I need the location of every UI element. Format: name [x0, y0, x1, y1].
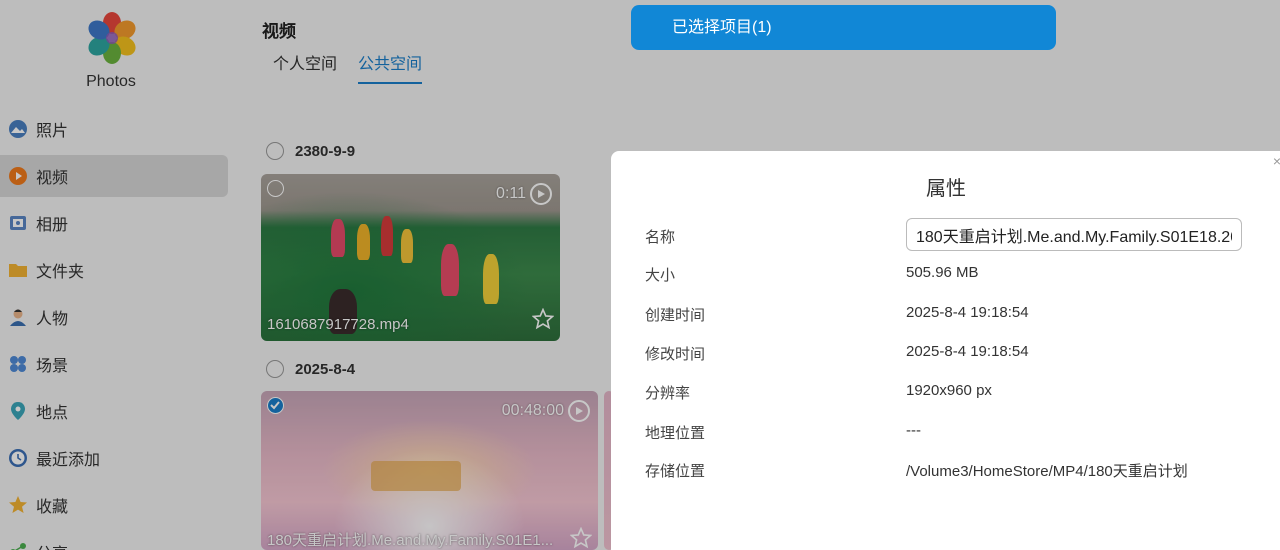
date-group-header: 2380-9-9 [266, 142, 355, 160]
sidebar-item-share[interactable]: 分享 [0, 531, 228, 550]
selection-bar: 已选择项目(1) [631, 5, 1056, 50]
prop-label-location: 地理位置 [645, 425, 706, 442]
select-checkbox[interactable] [267, 180, 284, 197]
sidebar-item-albums[interactable]: 相册 [0, 202, 228, 244]
select-group-radio[interactable] [266, 360, 284, 378]
prop-label-name: 名称 [645, 229, 676, 246]
select-group-radio[interactable] [266, 142, 284, 160]
video-filename: 1610687917728.mp4 [267, 316, 409, 333]
sidebar-item-recent[interactable]: 最近添加 [0, 437, 228, 479]
sidebar-item-favorites[interactable]: 收藏 [0, 484, 228, 526]
duration-label: 00:48:00 [502, 400, 590, 422]
name-field[interactable] [906, 218, 1242, 251]
date-group-header: 2025-8-4 [266, 360, 355, 378]
tab-public-space[interactable]: 公共空间 [358, 50, 423, 84]
sidebar-item-label: 相册 [36, 217, 69, 234]
app-name: Photos [86, 73, 136, 90]
video-thumbnail[interactable]: 0:11 1610687917728.mp4 [261, 174, 560, 341]
video-play-icon [8, 166, 28, 186]
share-icon [8, 542, 28, 550]
photo-icon [8, 119, 28, 139]
sidebar-item-label: 场景 [36, 358, 69, 375]
sidebar-item-photos[interactable]: 照片 [0, 108, 228, 150]
scene-icon [8, 354, 28, 374]
sidebar-item-people[interactable]: 人物 [0, 296, 228, 338]
prop-label-storage: 存储位置 [645, 463, 706, 480]
sidebar-item-label: 人物 [36, 311, 69, 328]
favorite-star-icon[interactable] [531, 307, 555, 335]
prop-value-size: 505.96 MB [906, 264, 979, 281]
clock-icon [8, 448, 28, 468]
properties-dialog: 属性 × 名称 大小 505.96 MB 创建时间 2025-8-4 19:18… [611, 151, 1280, 550]
tab-personal-space[interactable]: 个人空间 [273, 50, 337, 82]
sidebar-item-scenes[interactable]: 场景 [0, 343, 228, 385]
sidebar-item-label: 地点 [36, 405, 69, 422]
album-icon [8, 213, 28, 233]
photos-logo-icon [84, 10, 140, 66]
sidebar: Photos 照片 视频 相册 文件夹 人物 场景 地点 最近添加 收藏 [0, 0, 240, 550]
group-date: 2380-9-9 [295, 142, 356, 160]
sidebar-item-label: 最近添加 [36, 452, 101, 469]
sidebar-item-label: 视频 [36, 170, 69, 187]
folder-icon [8, 260, 28, 280]
dialog-title: 属性 [926, 178, 966, 200]
sidebar-item-label: 收藏 [36, 499, 69, 516]
play-icon[interactable] [568, 400, 590, 422]
prop-value-storage: /Volume3/HomeStore/MP4/180天重启计划 [906, 463, 1188, 480]
sidebar-item-label: 分享 [36, 540, 68, 550]
sidebar-item-folders[interactable]: 文件夹 [0, 249, 228, 291]
selected-checkbox[interactable] [267, 397, 284, 414]
page-title: 视频 [262, 22, 296, 41]
prop-label-created: 创建时间 [645, 307, 706, 324]
video-filename: 180天重启计划.Me.and.My.Family.S01E1... [267, 532, 554, 549]
prop-value-resolution: 1920x960 px [906, 382, 992, 399]
location-pin-icon [8, 401, 28, 421]
prop-label-size: 大小 [645, 267, 676, 284]
favorite-star-icon[interactable] [569, 526, 593, 550]
sidebar-item-videos[interactable]: 视频 [0, 155, 228, 197]
star-icon [8, 495, 28, 515]
duration-label: 0:11 [496, 183, 552, 205]
prop-label-resolution: 分辨率 [645, 385, 691, 402]
prop-value-created: 2025-8-4 19:18:54 [906, 304, 1029, 321]
video-thumbnail[interactable]: 00:48:00 180天重启计划.Me.and.My.Family.S01E1… [261, 391, 598, 550]
sidebar-item-places[interactable]: 地点 [0, 390, 228, 432]
prop-label-modified: 修改时间 [645, 346, 706, 363]
sidebar-item-label: 文件夹 [36, 264, 85, 281]
sidebar-item-label: 照片 [36, 123, 69, 140]
close-icon[interactable]: × [1273, 153, 1280, 169]
group-date: 2025-8-4 [295, 360, 356, 378]
play-icon[interactable] [530, 183, 552, 205]
person-icon [8, 307, 28, 327]
prop-value-modified: 2025-8-4 19:18:54 [906, 343, 1029, 360]
prop-value-location: --- [906, 422, 921, 439]
